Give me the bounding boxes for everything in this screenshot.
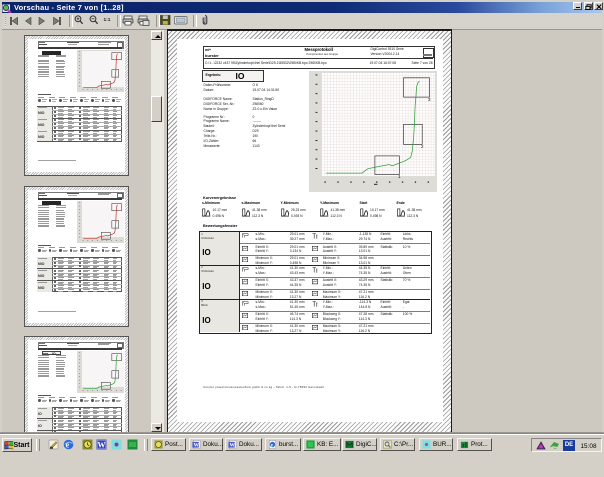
svg-text:3: 3: [428, 97, 431, 102]
svg-text:2: 2: [421, 144, 424, 149]
svg-text:1: 1: [398, 174, 401, 179]
svg-text:W: W: [229, 443, 235, 449]
svg-text:W: W: [97, 441, 105, 450]
svg-text:W: W: [193, 443, 199, 449]
svg-text:e: e: [66, 441, 70, 450]
